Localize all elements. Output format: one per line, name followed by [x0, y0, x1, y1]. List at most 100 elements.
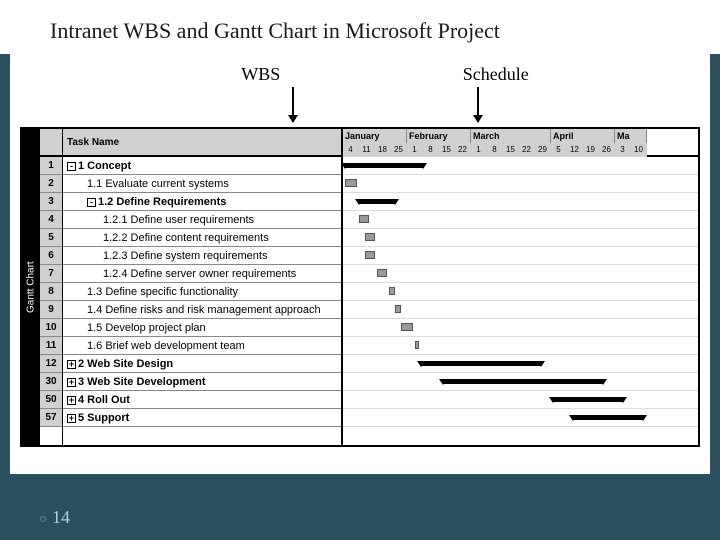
month-header-cell: March — [471, 129, 551, 143]
task-bar[interactable] — [415, 341, 419, 349]
month-header-cell: Ma — [615, 129, 647, 143]
task-cell[interactable]: 1.5 Develop project plan — [63, 319, 341, 337]
expand-icon[interactable]: + — [67, 396, 76, 405]
summary-bar[interactable] — [345, 163, 423, 168]
row-number-cell[interactable]: 8 — [40, 283, 62, 301]
summary-bar[interactable] — [421, 361, 541, 366]
task-cell[interactable]: -1.2 Define Requirements — [63, 193, 341, 211]
task-cell[interactable]: +4 Roll Out — [63, 391, 341, 409]
summary-bar[interactable] — [359, 199, 395, 204]
gantt-row — [343, 301, 698, 319]
task-name-text: 1.3 Define specific functionality — [87, 286, 238, 298]
task-bar[interactable] — [359, 215, 369, 223]
task-bar[interactable] — [345, 179, 357, 187]
expand-icon[interactable]: + — [67, 414, 76, 423]
task-cell[interactable]: 1.3 Define specific functionality — [63, 283, 341, 301]
task-cell[interactable]: +3 Web Site Development — [63, 373, 341, 391]
task-cell[interactable]: +5 Support — [63, 409, 341, 427]
weeks-header: 4111825181522181522295121926310 — [343, 143, 698, 157]
week-header-cell: 3 — [615, 143, 631, 157]
row-number-cell[interactable]: 10 — [40, 319, 62, 337]
row-number-cell[interactable]: 30 — [40, 373, 62, 391]
week-header-cell: 26 — [599, 143, 615, 157]
task-bar[interactable] — [377, 269, 387, 277]
task-name-header: Task Name — [63, 129, 341, 157]
week-header-cell: 15 — [439, 143, 455, 157]
row-number-cell[interactable]: 5 — [40, 229, 62, 247]
summary-bar[interactable] — [553, 397, 623, 402]
summary-bar[interactable] — [573, 415, 643, 420]
week-header-cell: 5 — [551, 143, 567, 157]
task-name-text: 1.2.2 Define content requirements — [103, 232, 269, 244]
schedule-label: Schedule — [463, 64, 529, 85]
week-header-cell: 15 — [503, 143, 519, 157]
row-number-cell[interactable]: 2 — [40, 175, 62, 193]
task-cell[interactable]: -1 Concept — [63, 157, 341, 175]
row-number-cell[interactable]: 4 — [40, 211, 62, 229]
row-number-cell[interactable]: 9 — [40, 301, 62, 319]
task-cell[interactable]: 1.1 Evaluate current systems — [63, 175, 341, 193]
summary-bar[interactable] — [443, 379, 603, 384]
task-name-text: 4 Roll Out — [78, 394, 130, 406]
task-bar[interactable] — [395, 305, 401, 313]
gantt-row — [343, 175, 698, 193]
task-cell[interactable]: +2 Web Site Design — [63, 355, 341, 373]
gantt-chart-tab[interactable]: Gantt Chart — [22, 129, 40, 445]
task-name-text: 5 Support — [78, 412, 129, 424]
wbs-label: WBS — [241, 64, 280, 85]
ms-project-view: Gantt Chart 123456789101112305057 Task N… — [20, 127, 700, 447]
task-name-text: 1.4 Define risks and risk management app… — [87, 304, 321, 316]
gantt-row — [343, 157, 698, 175]
week-header-cell: 22 — [519, 143, 535, 157]
task-cell[interactable]: 1.6 Brief web development team — [63, 337, 341, 355]
gantt-row — [343, 283, 698, 301]
row-number-cell[interactable]: 57 — [40, 409, 62, 427]
week-header-cell: 10 — [631, 143, 647, 157]
gantt-row — [343, 337, 698, 355]
gantt-row — [343, 319, 698, 337]
task-bar[interactable] — [389, 287, 395, 295]
week-header-cell: 19 — [583, 143, 599, 157]
months-header: JanuaryFebruaryMarchAprilMa — [343, 129, 698, 143]
expand-icon[interactable]: + — [67, 378, 76, 387]
row-number-cell[interactable]: 11 — [40, 337, 62, 355]
task-bar[interactable] — [401, 323, 413, 331]
task-cell[interactable]: 1.2.2 Define content requirements — [63, 229, 341, 247]
row-number-column: 123456789101112305057 — [40, 129, 63, 445]
task-cell[interactable]: 1.2.3 Define system requirements — [63, 247, 341, 265]
row-number-cell[interactable]: 50 — [40, 391, 62, 409]
row-number-cell[interactable]: 7 — [40, 265, 62, 283]
gantt-row — [343, 211, 698, 229]
task-name-text: 1.6 Brief web development team — [87, 340, 245, 352]
slide-title: Intranet WBS and Gantt Chart in Microsof… — [0, 0, 720, 54]
month-header-cell: January — [343, 129, 407, 143]
collapse-icon[interactable]: - — [87, 198, 96, 207]
week-header-cell: 29 — [535, 143, 551, 157]
task-bar[interactable] — [365, 251, 375, 259]
week-header-cell: 12 — [567, 143, 583, 157]
week-header-cell: 22 — [455, 143, 471, 157]
gantt-row — [343, 409, 698, 427]
task-bar[interactable] — [365, 233, 375, 241]
task-name-text: 1.2.4 Define server owner requirements — [103, 268, 296, 280]
expand-icon[interactable]: + — [67, 360, 76, 369]
task-cell[interactable]: 1.2.1 Define user requirements — [63, 211, 341, 229]
gantt-row — [343, 355, 698, 373]
task-cell[interactable]: 1.2.4 Define server owner requirements — [63, 265, 341, 283]
row-number-cell[interactable]: 6 — [40, 247, 62, 265]
gantt-timeline: JanuaryFebruaryMarchAprilMa 411182518152… — [343, 129, 698, 445]
month-header-cell: April — [551, 129, 615, 143]
week-header-cell: 25 — [391, 143, 407, 157]
row-number-cell[interactable]: 1 — [40, 157, 62, 175]
task-name-text: 1.2 Define Requirements — [98, 196, 226, 208]
task-cell[interactable]: 1.4 Define risks and risk management app… — [63, 301, 341, 319]
task-name-text: 1 Concept — [78, 160, 131, 172]
collapse-icon[interactable]: - — [67, 162, 76, 171]
task-name-text: 3 Web Site Development — [78, 376, 206, 388]
row-number-cell[interactable]: 12 — [40, 355, 62, 373]
row-number-cell[interactable]: 3 — [40, 193, 62, 211]
gantt-row — [343, 391, 698, 409]
task-name-column: Task Name -1 Concept1.1 Evaluate current… — [63, 129, 343, 445]
week-header-cell: 11 — [359, 143, 375, 157]
week-header-cell: 8 — [423, 143, 439, 157]
